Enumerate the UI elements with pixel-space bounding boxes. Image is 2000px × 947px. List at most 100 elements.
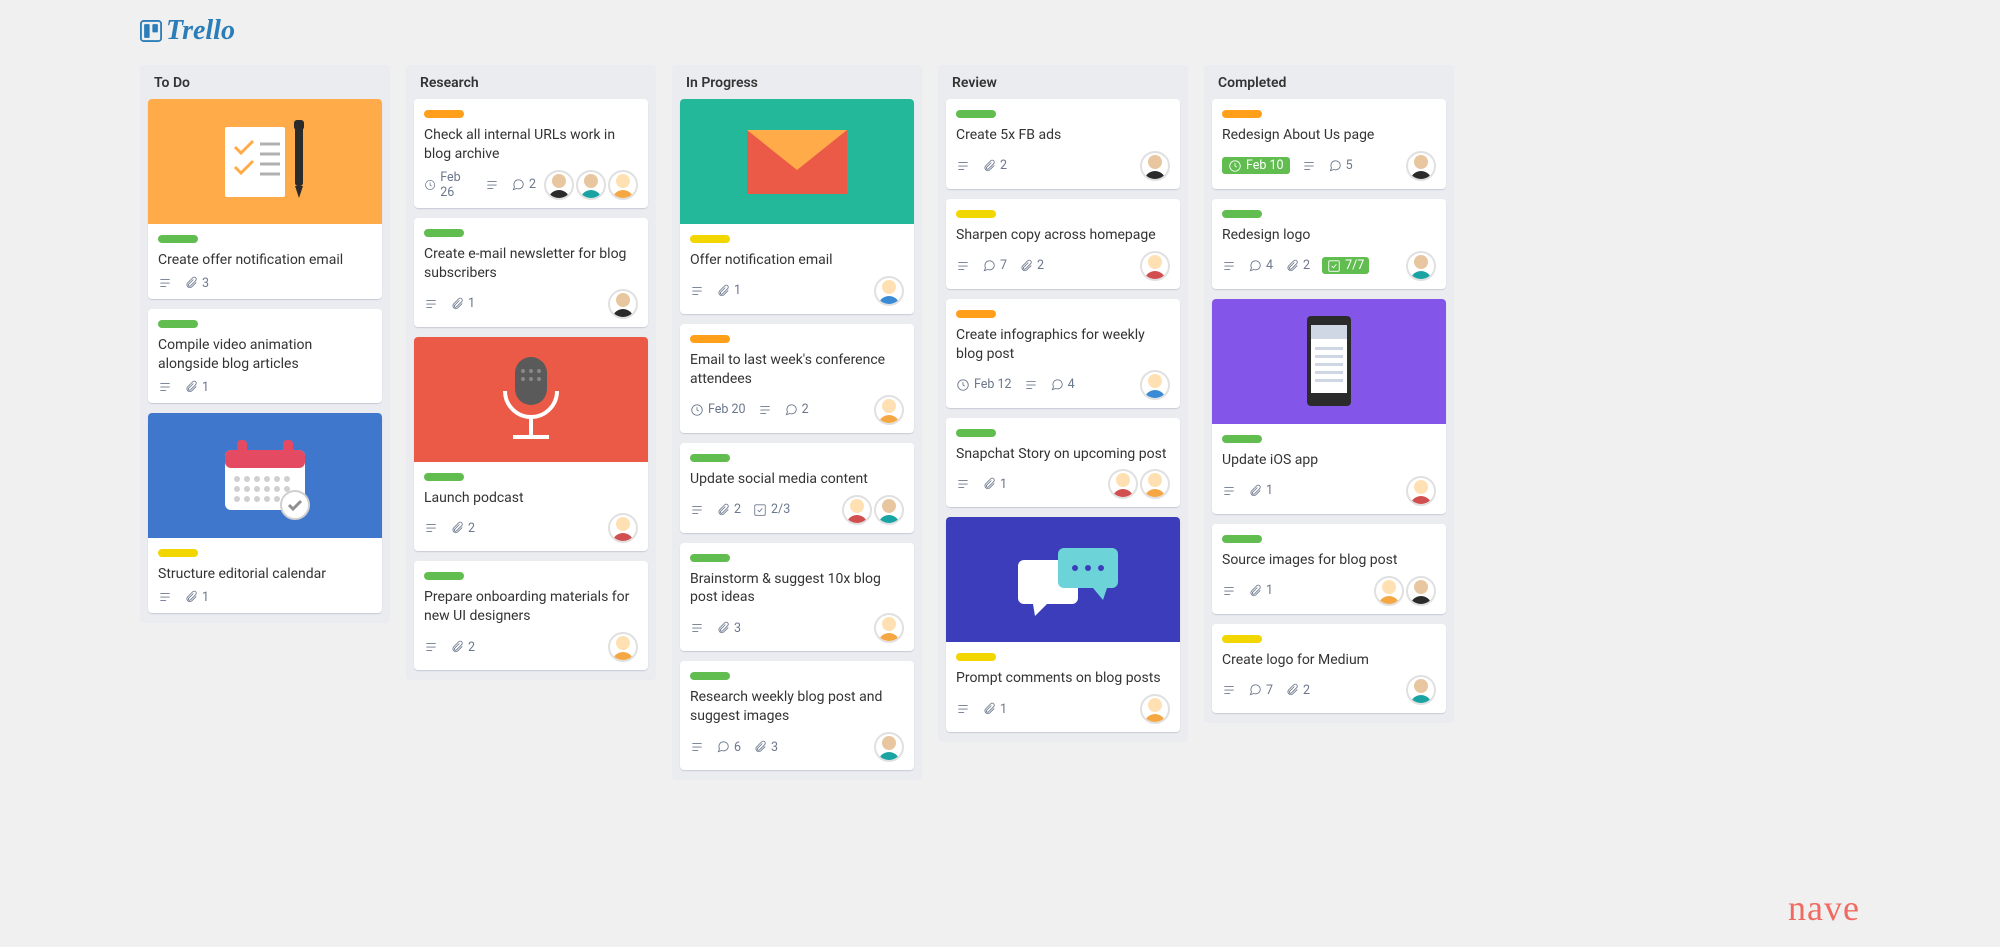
card-badges: 1 [956,702,1007,717]
card-members [874,613,904,643]
card-label[interactable] [158,235,198,243]
description-icon [956,259,970,273]
card-label[interactable] [956,110,996,118]
card[interactable]: Compile video animation alongside blog a… [148,309,382,403]
attachments-badge: 3 [184,276,209,291]
card-members [874,395,904,425]
card-title: Create offer notification email [158,251,372,270]
card-label[interactable] [690,235,730,243]
card-label[interactable] [956,429,996,437]
card-label[interactable] [1222,435,1262,443]
card[interactable]: Offer notification email 1 [680,99,914,314]
description-icon [424,521,438,535]
card-label[interactable] [158,320,198,328]
card-label[interactable] [1222,635,1262,643]
card-label[interactable] [690,672,730,680]
card-label[interactable] [956,653,996,661]
description-icon [1222,259,1236,273]
card-members [1406,476,1436,506]
card-label[interactable] [424,572,464,580]
attachments-badge: 3 [753,740,778,755]
card-label[interactable] [1222,210,1262,218]
card[interactable]: Snapchat Story on upcoming post1 [946,418,1180,508]
avatar [842,495,872,525]
card-members [608,632,638,662]
card[interactable]: Email to last week's conference attendee… [680,324,914,433]
list-title[interactable]: To Do [140,65,390,99]
avatar [608,632,638,662]
card[interactable]: Update social media content22/3 [680,443,914,533]
card-label[interactable] [1222,110,1262,118]
due-date-badge: Feb 20 [690,402,746,417]
card-title: Research weekly blog post and suggest im… [690,688,904,726]
card-label[interactable] [690,554,730,562]
card-badges: 63 [690,740,778,755]
card-label[interactable] [424,110,464,118]
card-title: Offer notification email [690,251,904,270]
card[interactable]: Check all internal URLs work in blog arc… [414,99,648,208]
list: CompletedRedesign About Us pageFeb 105 R… [1204,65,1454,723]
avatar [608,513,638,543]
description-icon [1302,159,1316,173]
card[interactable]: Update iOS app1 [1212,299,1446,514]
card-badges: Feb 262 [424,170,536,200]
card-badges: 3 [690,621,741,636]
card-label[interactable] [956,210,996,218]
card[interactable]: Create 5x FB ads2 [946,99,1180,189]
description-icon [956,477,970,491]
avatar [1406,251,1436,281]
attachments-badge: 1 [1248,583,1273,598]
list-title[interactable]: Completed [1204,65,1454,99]
card[interactable]: Create infographics for weekly blog post… [946,299,1180,408]
description-icon [1222,683,1236,697]
card-badges: 1 [1222,483,1273,498]
card-label[interactable] [690,454,730,462]
list-title[interactable]: In Progress [672,65,922,99]
card-label[interactable] [158,549,198,557]
card-label[interactable] [690,335,730,343]
card-badges: 3 [158,276,209,291]
card-cover [148,99,382,224]
card[interactable]: Redesign About Us pageFeb 105 [1212,99,1446,189]
card-label[interactable] [1222,535,1262,543]
card[interactable]: Launch podcast2 [414,337,648,552]
card[interactable]: Create logo for Medium72 [1212,624,1446,714]
trello-logo: Trello [140,15,235,47]
card-badges: 1 [158,380,209,395]
list-title[interactable]: Research [406,65,656,99]
card-title: Sharpen copy across homepage [956,226,1170,245]
card[interactable]: Prepare onboarding materials for new UI … [414,561,648,670]
card[interactable]: Redesign logo427/7 [1212,199,1446,289]
avatar [608,170,638,200]
description-icon [1222,584,1236,598]
avatar [874,613,904,643]
board: To Do Create offer notification email 3 Com… [0,55,2000,820]
card-badges: 2 [956,158,1007,173]
attachments-badge: 1 [716,283,741,298]
card[interactable]: Create e-mail newsletter for blog subscr… [414,218,648,327]
avatar [1406,151,1436,181]
list-title[interactable]: Review [938,65,1188,99]
card[interactable]: Sharpen copy across homepage72 [946,199,1180,289]
card-badges: 1 [690,283,741,298]
card-members [1406,151,1436,181]
card[interactable]: Research weekly blog post and suggest im… [680,661,914,770]
card-label[interactable] [956,310,996,318]
card-label[interactable] [424,229,464,237]
card[interactable]: Structure editorial calendar1 [148,413,382,613]
card[interactable]: Prompt comments on blog posts1 [946,517,1180,732]
card-cover [946,517,1180,642]
avatar [874,732,904,762]
description-icon [485,178,499,192]
checklist-badge: 2/3 [753,502,790,517]
card-cover [680,99,914,224]
card-members [1140,151,1170,181]
card-cover [1212,299,1446,424]
card-label[interactable] [424,473,464,481]
comments-badge: 4 [1050,377,1075,392]
card[interactable]: Source images for blog post1 [1212,524,1446,614]
avatar [1140,251,1170,281]
card[interactable]: Create offer notification email 3 [148,99,382,299]
card[interactable]: Brainstorm & suggest 10x blog post ideas… [680,543,914,652]
card-title: Structure editorial calendar [158,565,372,584]
